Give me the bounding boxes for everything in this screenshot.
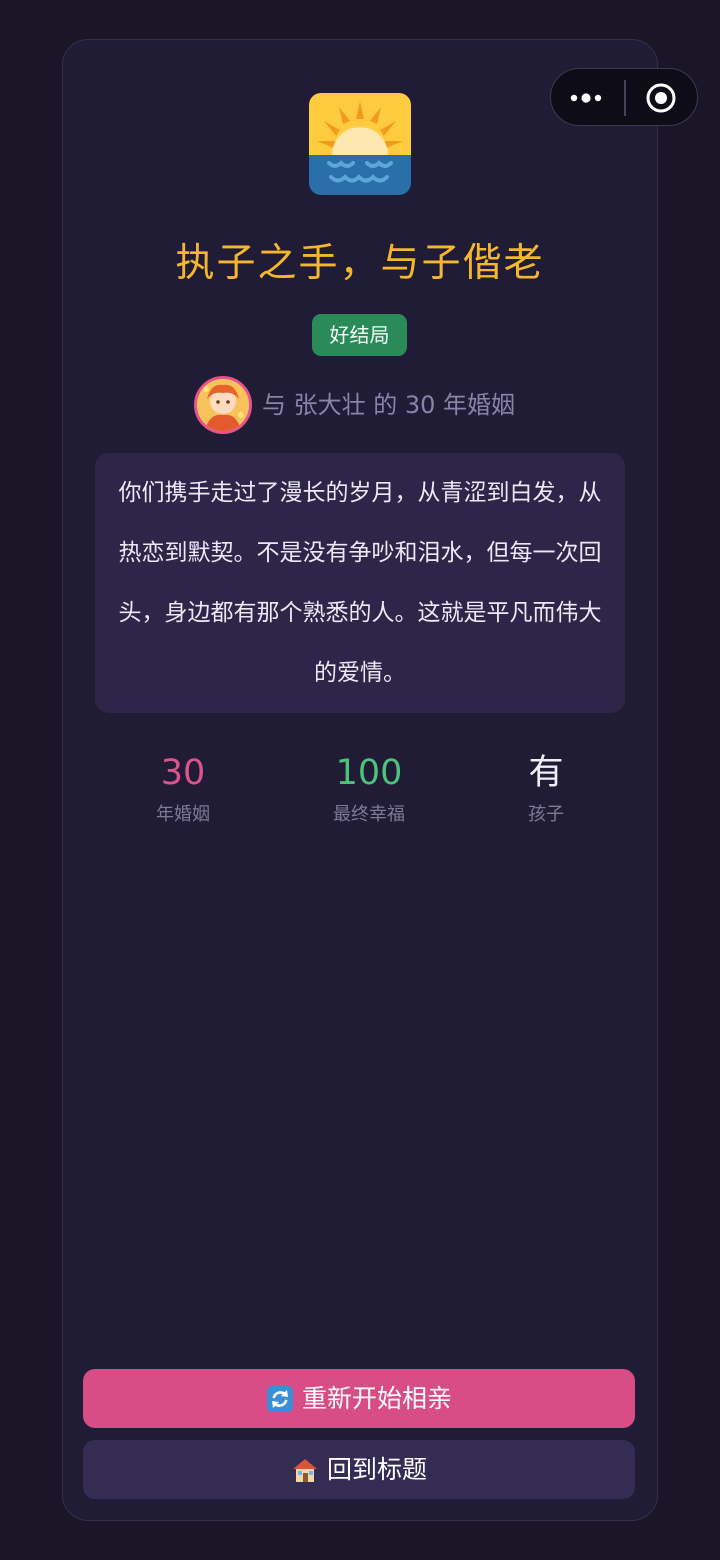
house-icon [292,1458,317,1482]
stat-value: 100 [335,753,403,793]
ending-title: 执子之手，与子偕老 [175,241,545,286]
stat-value: 30 [160,753,206,793]
back-to-title-button[interactable]: 回到标题 [83,1440,635,1499]
sunrise-over-water-icon [309,93,411,195]
stat-label: 最终幸福 [333,804,405,825]
story-text: 你们携手走过了漫长的岁月，从青涩到白发，从热恋到默契。不是没有争吵和泪水，但每一… [118,480,602,686]
back-to-title-label: 回到标题 [326,1455,427,1484]
stat-label: 年婚姻 [156,804,210,825]
stat-label: 孩子 [528,804,564,825]
restart-button-label: 重新开始相亲 [301,1384,452,1413]
partner-summary: 与 张大壮 的 30 年婚姻 [262,391,516,419]
capsule-divider [624,80,626,116]
mini-program-capsule [550,68,698,126]
stat-value: 有 [528,753,564,793]
more-dots-icon[interactable] [569,87,607,109]
stat-children: 有 孩子 [456,752,636,828]
stat-marriage-years: 30 年婚姻 [93,752,273,828]
refresh-icon [266,1385,293,1412]
story-panel: 你们携手走过了漫长的岁月，从青涩到白发，从热恋到默契。不是没有争吵和泪水，但每一… [95,453,625,713]
partner-avatar [194,376,252,434]
ending-badge: 好结局 [312,314,407,356]
stat-final-happiness: 100 最终幸福 [279,752,459,828]
restart-button[interactable]: 重新开始相亲 [83,1369,635,1428]
target-circle-icon[interactable] [645,82,677,114]
